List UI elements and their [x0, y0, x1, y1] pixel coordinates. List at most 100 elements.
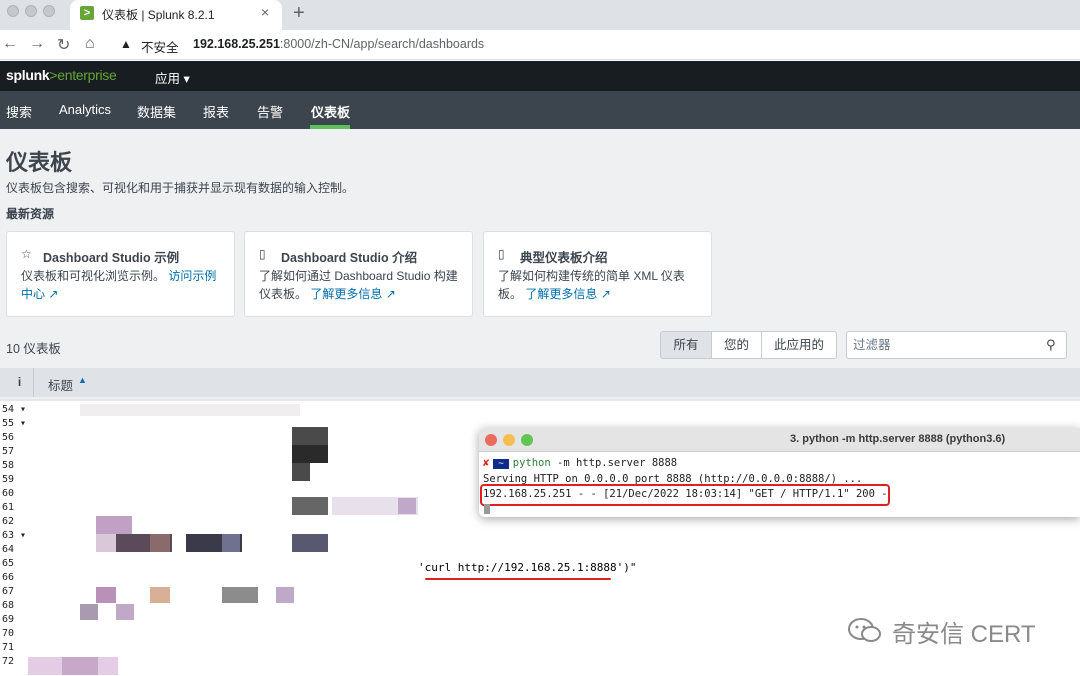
- line-number: 67: [2, 586, 15, 597]
- card-link[interactable]: 了解更多信息 ↗: [310, 287, 395, 301]
- line-number: 57: [2, 446, 15, 457]
- logo-main: splunk: [6, 67, 50, 83]
- wechat-logo-icon: [848, 618, 881, 642]
- window-maximize-dot[interactable]: [43, 5, 55, 17]
- splunk-favicon-icon: >: [80, 6, 94, 20]
- address-input[interactable]: 192.168.25.251:8000/zh-CN/app/search/das…: [193, 37, 484, 51]
- redacted-block: [222, 587, 258, 603]
- info-column-header[interactable]: i: [6, 368, 34, 397]
- new-tab-button[interactable]: +: [293, 2, 305, 25]
- nav-item-alerts[interactable]: 告警: [257, 102, 283, 121]
- card-body: 仪表板和可视化浏览示例。 访问示例中心 ↗: [21, 267, 223, 303]
- card-title: 典型仪表板介绍: [520, 251, 608, 265]
- card-body: 了解如何构建传统的简单 XML 仪表板。 了解更多信息 ↗: [498, 267, 700, 303]
- terminal-prompt-line: ✘ ~ python -m http.server 8888: [483, 457, 677, 469]
- splunk-nav-bar: 搜索 Analytics 数据集 报表 告警 仪表板: [0, 91, 1080, 129]
- nav-item-reports[interactable]: 报表: [203, 102, 229, 121]
- sort-asc-icon[interactable]: ▲: [78, 375, 87, 385]
- line-number: 60: [2, 488, 15, 499]
- prompt-args: -m http.server 8888: [550, 457, 678, 469]
- splunk-logo[interactable]: splunk>enterprise: [6, 67, 117, 83]
- redacted-block: [62, 657, 98, 675]
- dashboard-count: 10 仪表板: [6, 342, 61, 356]
- redacted-block: [276, 587, 294, 603]
- curl-underline-annotation: [425, 578, 611, 580]
- line-number: 54 ▾: [2, 404, 27, 415]
- line-number: 66: [2, 572, 15, 583]
- splunk-app-bar: splunk>enterprise 应用 ▾: [0, 61, 1080, 91]
- filter-box: ⚲: [846, 331, 1067, 359]
- reload-icon[interactable]: ↻: [57, 35, 70, 55]
- nav-item-search[interactable]: 搜索: [6, 102, 32, 121]
- dashboards-page: 仪表板 仪表板包含搜索、可视化和用于捕获并显示现有数据的输入控制。 最新资源 ☆…: [0, 129, 1080, 399]
- card-link[interactable]: 了解更多信息 ↗: [525, 287, 610, 301]
- logo-enterprise: enterprise: [57, 67, 117, 83]
- line-number: 61: [2, 502, 15, 513]
- redacted-block: [150, 534, 170, 552]
- redacted-block: [116, 604, 134, 620]
- redacted-block: [292, 497, 328, 515]
- card-title: Dashboard Studio 示例: [43, 251, 180, 265]
- forward-arrow-icon[interactable]: →: [29, 35, 45, 53]
- redacted-block: [80, 604, 98, 620]
- filter-tab-this-app[interactable]: 此应用的: [761, 331, 837, 359]
- book-icon: ▯: [259, 247, 266, 261]
- terminal-minimize-dot[interactable]: [503, 434, 515, 446]
- watermark-text: 奇安信 CERT: [892, 621, 1036, 648]
- filter-tab-all[interactable]: 所有: [660, 331, 712, 359]
- back-arrow-icon[interactable]: ←: [2, 35, 18, 53]
- resource-card-classic-intro: ▯ 典型仪表板介绍 了解如何构建传统的简单 XML 仪表板。 了解更多信息 ↗: [483, 231, 712, 317]
- line-number: 62: [2, 516, 15, 527]
- table-header: i 标题 ▲: [0, 368, 1080, 397]
- redacted-block: [96, 516, 132, 534]
- app-menu-dropdown[interactable]: 应用 ▾: [155, 68, 190, 87]
- redacted-block: [96, 587, 116, 603]
- tab-close-icon[interactable]: ×: [261, 4, 269, 20]
- nav-item-datasets[interactable]: 数据集: [137, 102, 176, 121]
- search-icon[interactable]: ⚲: [1046, 337, 1056, 353]
- terminal-close-dot[interactable]: [485, 434, 497, 446]
- terminal-maximize-dot[interactable]: [521, 434, 533, 446]
- terminal-title: 3. python -m http.server 8888 (python3.6…: [790, 433, 1006, 445]
- title-column-header[interactable]: 标题: [48, 375, 73, 394]
- redacted-block: [292, 445, 328, 463]
- line-number: 63 ▾: [2, 530, 27, 541]
- browser-tab-bar: > 仪表板 | Splunk 8.2.1 × +: [0, 0, 1080, 30]
- line-number: 68: [2, 600, 15, 611]
- url-host: 192.168.25.251: [193, 37, 280, 51]
- resource-card-studio-intro: ▯ Dashboard Studio 介绍 了解如何通过 Dashboard S…: [244, 231, 473, 317]
- resource-card-examples: ☆ Dashboard Studio 示例 仪表板和可视化浏览示例。 访问示例中…: [6, 231, 235, 317]
- home-icon[interactable]: ⌂: [85, 35, 95, 53]
- redacted-block: [292, 534, 328, 552]
- line-number: 71: [2, 642, 15, 653]
- line-number: 56: [2, 432, 15, 443]
- nav-item-dashboards[interactable]: 仪表板: [311, 102, 350, 121]
- window-close-dot[interactable]: [7, 5, 19, 17]
- page-description: 仪表板包含搜索、可视化和用于捕获并显示现有数据的输入控制。: [6, 181, 355, 195]
- curl-command-line: 'curl http://192.168.25.1:8888')": [418, 561, 637, 574]
- address-bar-row: ← → ↻ ⌂ ▲ 不安全 192.168.25.251:8000/zh-CN/…: [0, 30, 1080, 60]
- card-body: 了解如何通过 Dashboard Studio 构建仪表板。 了解更多信息 ↗: [259, 267, 461, 303]
- card-title: Dashboard Studio 介绍: [281, 251, 418, 265]
- line-number: 65: [2, 558, 15, 569]
- terminal-cursor: [484, 504, 490, 514]
- nav-item-analytics[interactable]: Analytics: [59, 102, 111, 117]
- browser-tab-active[interactable]: > 仪表板 | Splunk 8.2.1 ×: [70, 0, 282, 30]
- url-path: :8000/zh-CN/app/search/dashboards: [279, 37, 485, 51]
- filter-input[interactable]: [853, 336, 1043, 354]
- redacted-block: [96, 534, 116, 552]
- redacted-block: [398, 498, 416, 514]
- prompt-command: python: [512, 457, 551, 469]
- filter-tab-yours[interactable]: 您的: [711, 331, 762, 359]
- redacted-block: [80, 404, 300, 416]
- card-text: 仪表板和可视化浏览示例。: [21, 269, 166, 283]
- warning-icon[interactable]: ▲: [120, 37, 132, 51]
- insecure-label[interactable]: 不安全: [141, 37, 179, 56]
- window-minimize-dot[interactable]: [25, 5, 37, 17]
- prompt-error-icon: ✘: [483, 457, 490, 469]
- line-number: 59: [2, 474, 15, 485]
- page-title: 仪表板: [6, 150, 73, 175]
- section-title: 最新资源: [6, 207, 55, 221]
- tab-title: 仪表板 | Splunk 8.2.1: [102, 8, 215, 22]
- line-number: 70: [2, 628, 15, 639]
